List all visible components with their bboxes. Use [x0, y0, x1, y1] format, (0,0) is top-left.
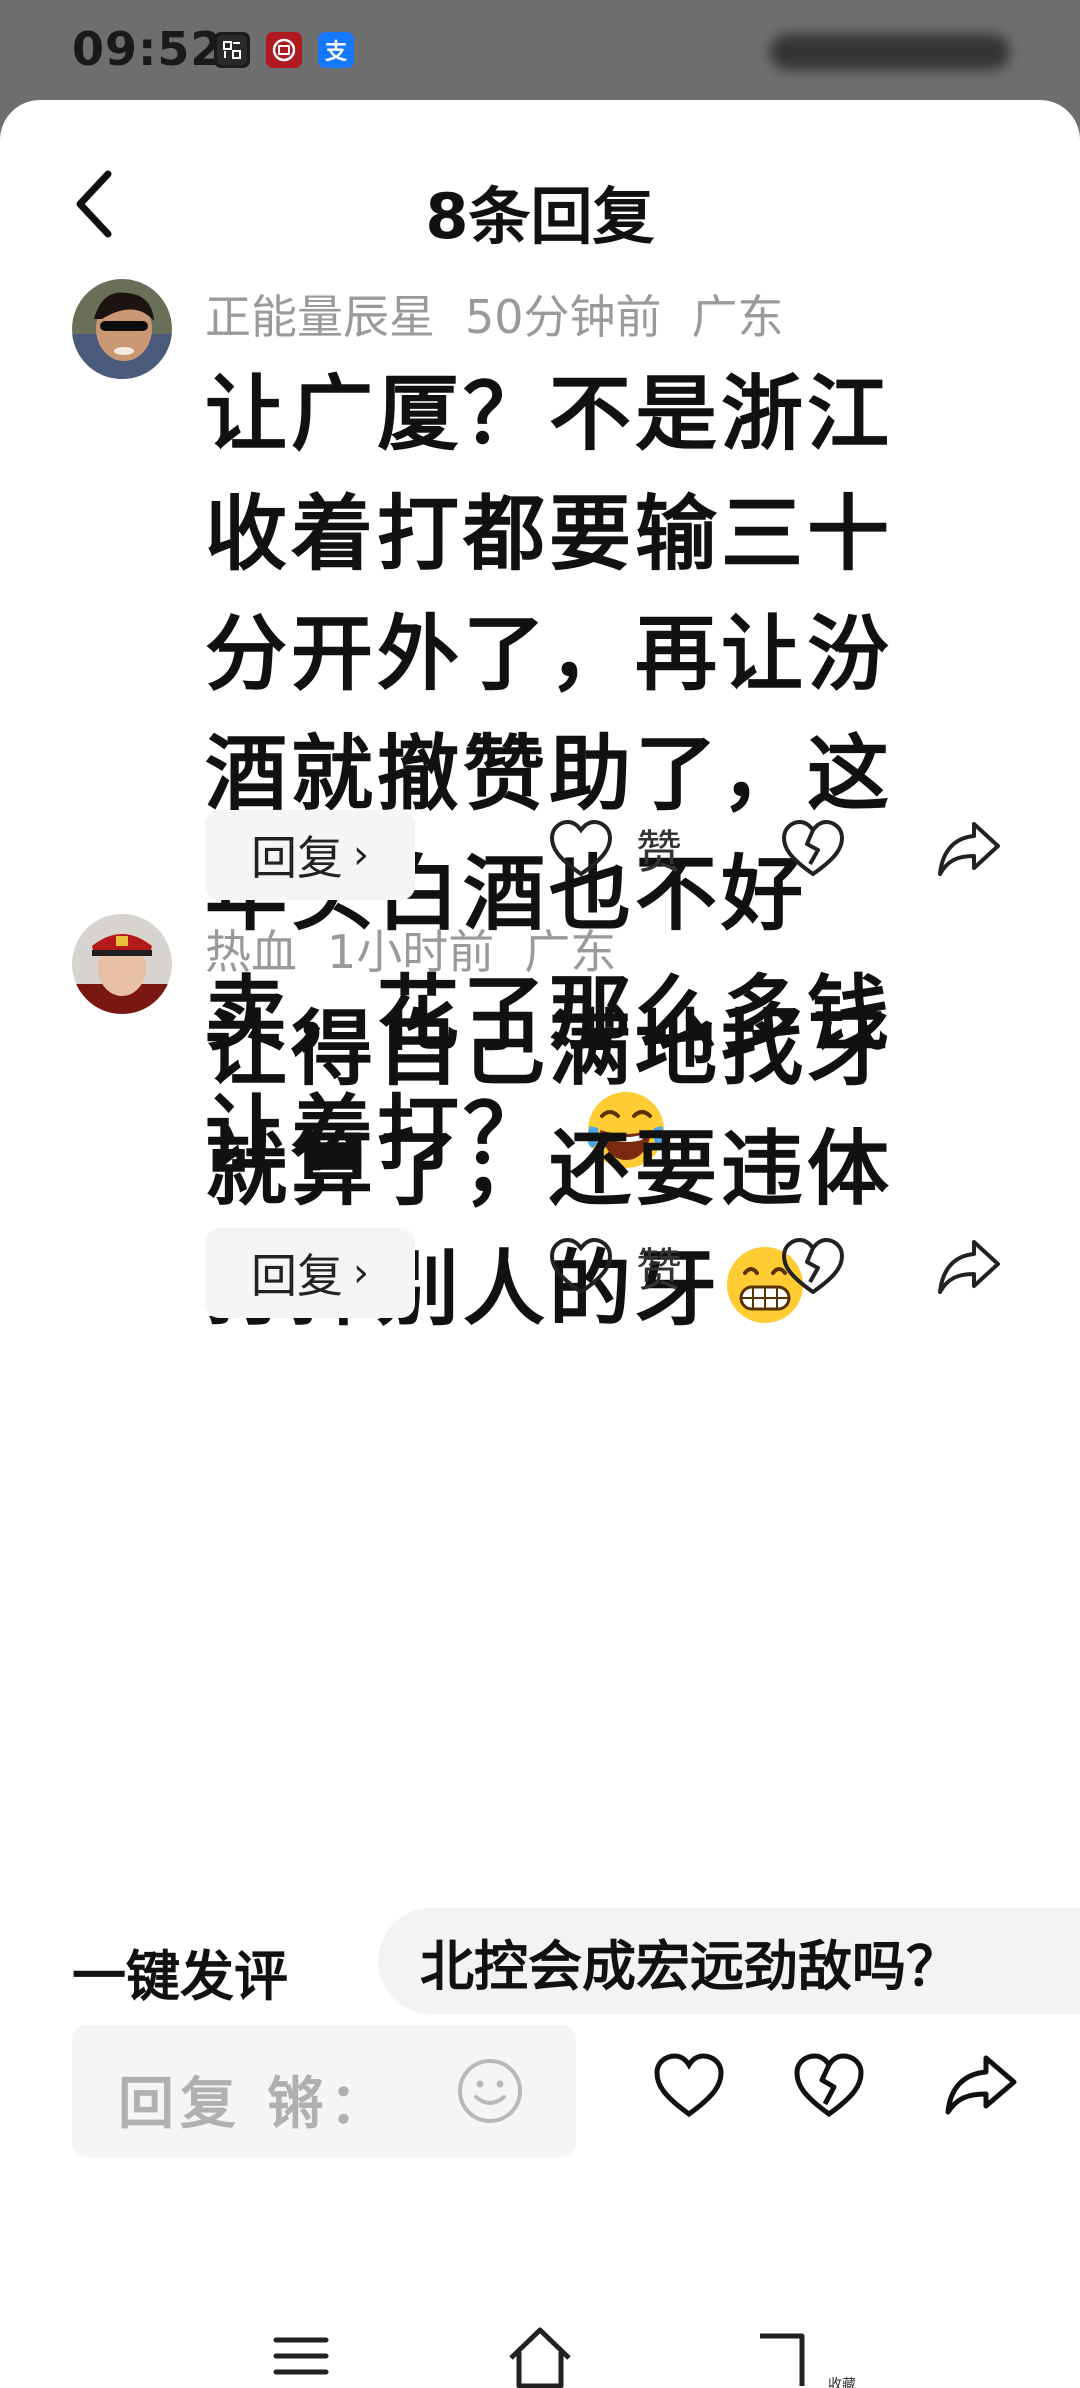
like-button[interactable]: 赞 — [548, 1234, 682, 1300]
page-title: 8条回复 — [425, 180, 655, 253]
quick-comment-suggestion[interactable]: 北控会成宏远劲敌吗？ — [378, 1908, 1080, 2014]
back-nav-button[interactable] — [752, 2322, 814, 2388]
menu-nav-button[interactable] — [272, 2322, 330, 2388]
broken-heart-icon — [781, 819, 845, 877]
like-label: 赞 — [636, 825, 682, 879]
menu-icon — [273, 2337, 329, 2375]
reply-label: 回复 — [251, 1249, 343, 1303]
heart-icon — [549, 1237, 613, 1295]
author-name[interactable]: 热血 — [205, 925, 297, 979]
like-button[interactable]: 赞 — [548, 816, 682, 882]
author-name[interactable]: 正能量辰星 — [205, 290, 435, 344]
bank-app-icon — [266, 32, 302, 68]
reply-input[interactable]: 回复 锵： — [72, 2025, 576, 2157]
like-label: 赞 — [636, 1243, 682, 1297]
share-arrow-icon — [938, 1240, 1000, 1294]
dislike-post-button[interactable] — [792, 2052, 866, 2124]
reply-placeholder: 回复 锵： — [118, 2072, 392, 2137]
broken-heart-icon — [794, 2053, 864, 2118]
comment-location: 广东 — [524, 925, 617, 979]
home-icon — [509, 2327, 571, 2388]
like-post-button[interactable] — [652, 2052, 726, 2124]
return-icon — [760, 2333, 805, 2386]
comment-location: 广东 — [691, 290, 784, 344]
scan-app-icon — [214, 32, 250, 68]
share-button[interactable] — [934, 1236, 1004, 1302]
alipay-icon: 支 — [318, 32, 354, 68]
nav-tiny-label: 收藏 — [828, 2377, 856, 2388]
comment-actions: 回复 › 赞 — [0, 810, 1080, 900]
status-bar: 09:52 支 — [0, 0, 1080, 100]
share-arrow-icon — [938, 822, 1000, 876]
dislike-button[interactable] — [780, 818, 846, 884]
comment-line: 分开外了，再让汾 — [205, 607, 894, 702]
reply-button[interactable]: 回复 › — [205, 1228, 415, 1318]
comment-line: 让广厦？不是浙江 — [205, 367, 894, 462]
comment-meta: 正能量辰星 50分钟前 广东 — [205, 281, 814, 347]
chevron-right-icon: › — [353, 1250, 369, 1296]
home-nav-button[interactable] — [505, 2322, 575, 2388]
heart-icon — [549, 819, 613, 877]
dislike-button[interactable] — [780, 1236, 846, 1302]
chevron-right-icon: › — [353, 832, 369, 878]
heart-icon — [654, 2053, 724, 2118]
comment-line: 让得自己满地找牙 — [205, 1002, 894, 1097]
share-button[interactable] — [934, 818, 1004, 884]
status-time: 09:52 — [72, 22, 224, 76]
share-post-button[interactable] — [942, 2052, 1020, 2124]
status-indicators-blurred — [770, 34, 1010, 70]
avatar[interactable] — [72, 279, 172, 379]
smile-icon — [458, 2059, 522, 2123]
emoji-button[interactable] — [456, 2057, 524, 2129]
share-arrow-icon — [945, 2055, 1017, 2115]
quick-comment-label: 一键发评 — [72, 1945, 288, 2008]
avatar[interactable] — [72, 914, 172, 1014]
reply-label: 回复 — [251, 831, 343, 885]
comment-meta: 热血 1小时前 广东 — [205, 916, 646, 982]
reply-button[interactable]: 回复 › — [205, 810, 415, 900]
comment-actions: 回复 › 赞 — [0, 1228, 1080, 1318]
comment-line: 就算了，还要违体 — [205, 1122, 894, 1217]
comment-time: 1小时前 — [327, 925, 495, 979]
comment-time: 50分钟前 — [465, 290, 662, 344]
comment-line: 收着打都要输三十 — [205, 487, 894, 582]
broken-heart-icon — [781, 1237, 845, 1295]
